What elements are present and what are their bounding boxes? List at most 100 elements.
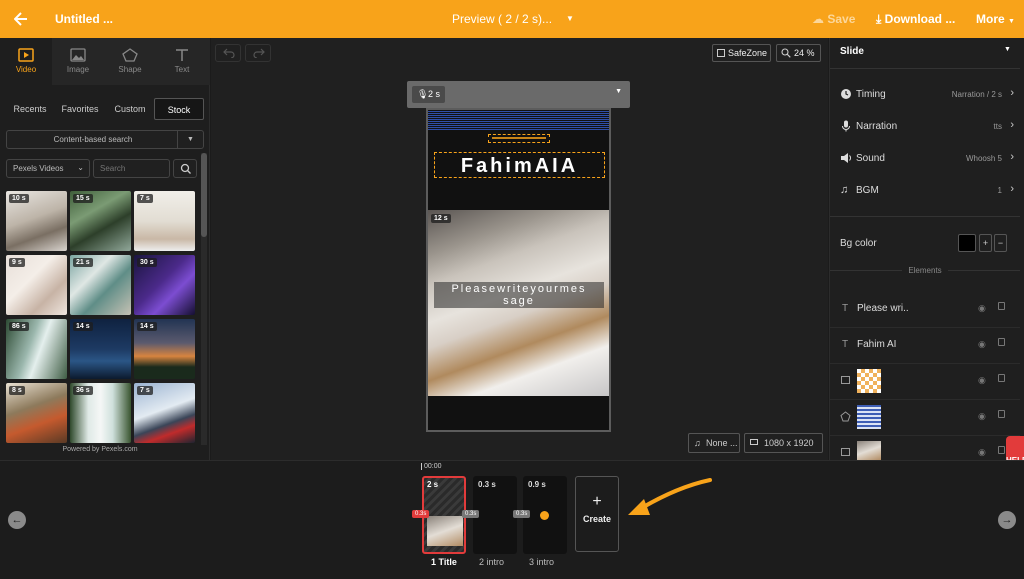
remove-color-button[interactable]: − — [994, 234, 1007, 252]
hidden-text-strip — [492, 137, 546, 139]
divider — [830, 216, 1020, 217]
media-panel: Video Image Shape Text Recents Favorites… — [0, 38, 210, 460]
eye-icon[interactable]: ◉ — [978, 375, 986, 386]
powered-by-link[interactable]: Powered by Pexels.com — [0, 446, 200, 453]
image-icon — [841, 376, 850, 384]
video-thumb[interactable]: 14 s — [70, 319, 131, 379]
tab-image[interactable]: Image — [52, 38, 104, 85]
eye-icon[interactable]: ◉ — [978, 447, 986, 458]
chevron-right-icon: › — [1010, 151, 1014, 163]
tab-custom[interactable]: Custom — [106, 98, 154, 120]
bg-color-swatch[interactable] — [958, 234, 976, 252]
text-type-icon: T — [842, 303, 849, 314]
source-select[interactable]: Pexels Videos ⌄ — [6, 159, 90, 178]
chevron-down-icon[interactable]: ▼ — [1004, 46, 1011, 53]
more-menu[interactable]: More ▼ — [976, 0, 1015, 38]
lock-icon[interactable] — [998, 410, 1005, 418]
project-title[interactable]: Untitled ... — [55, 0, 113, 38]
scroll-right-button[interactable]: → — [998, 511, 1016, 529]
slide-label-3: 3 intro — [529, 557, 555, 567]
tab-recents[interactable]: Recents — [6, 98, 54, 120]
lock-icon[interactable] — [998, 374, 1005, 382]
eye-icon[interactable]: ◉ — [978, 411, 986, 422]
lock-icon[interactable] — [998, 446, 1005, 454]
search-mode-select[interactable]: Content-based search ▼ — [6, 130, 204, 149]
video-thumb[interactable]: 8 s — [6, 383, 67, 443]
music-button[interactable]: ♫ None ... — [688, 433, 740, 453]
video-thumb[interactable]: 30 s — [134, 255, 195, 315]
shape-icon — [122, 48, 138, 62]
video-element[interactable]: 12 s Pleasewriteyourmes sage — [428, 210, 609, 396]
video-thumb[interactable]: 9 s — [6, 255, 67, 315]
element-row[interactable]: ◉ — [830, 400, 1020, 436]
tab-stock[interactable]: Stock — [154, 98, 204, 120]
heading-text[interactable]: FahimAIA — [434, 152, 605, 178]
element-row[interactable]: ◉ — [830, 436, 1020, 460]
search-button[interactable] — [173, 159, 197, 178]
slide-thumb-2[interactable]: 0.3 s — [473, 476, 517, 554]
chevron-down-icon[interactable]: ▼ — [615, 88, 622, 95]
element-row[interactable]: T Fahim AI ◉ — [830, 328, 1020, 364]
narration-value: tts — [993, 122, 1002, 131]
slide-duration: 0.9 s — [528, 480, 546, 489]
zoom-button[interactable]: 24 % — [776, 44, 821, 62]
caption-line-2: sage — [503, 295, 535, 307]
cloud-icon: ☁ — [812, 12, 824, 26]
safezone-button[interactable]: SafeZone — [712, 44, 771, 62]
tab-favorites[interactable]: Favorites — [56, 98, 104, 120]
video-thumb[interactable]: 15 s — [70, 191, 131, 251]
lock-icon[interactable] — [998, 338, 1005, 346]
narration-chip[interactable]: 🎙 2 s — [412, 86, 445, 103]
tab-text[interactable]: Text — [156, 38, 208, 85]
transition-pill[interactable]: 0.3s — [412, 510, 430, 518]
video-thumb[interactable]: 21 s — [70, 255, 131, 315]
sound-row[interactable]: Sound Whoosh 5 › — [830, 144, 1020, 176]
video-thumb[interactable]: 7 s — [134, 383, 195, 443]
duration-badge: 10 s — [9, 194, 29, 203]
tab-shape[interactable]: Shape — [104, 38, 156, 85]
bgm-row[interactable]: ♫ BGM 1 › — [830, 176, 1020, 208]
lock-icon[interactable] — [998, 302, 1005, 310]
video-thumb[interactable]: 86 s — [6, 319, 67, 379]
caption-text[interactable]: Pleasewriteyourmes sage — [434, 282, 604, 308]
sound-label: Sound — [856, 153, 885, 164]
timing-label: Timing — [856, 89, 886, 100]
redo-button[interactable] — [245, 44, 271, 62]
video-thumb[interactable]: 14 s — [134, 319, 195, 379]
properties-panel: Slide ▼ Timing Narration / 2 s › Narrati… — [829, 38, 1024, 486]
timing-row[interactable]: Timing Narration / 2 s › — [830, 80, 1020, 112]
bg-color-label: Bg color — [840, 238, 877, 249]
tab-video[interactable]: Video — [0, 38, 52, 85]
transition-pill[interactable]: 0.3s — [462, 510, 480, 518]
undo-button[interactable] — [215, 44, 241, 62]
arrow-left-icon[interactable] — [13, 0, 30, 38]
scroll-left-button[interactable]: ← — [8, 511, 26, 529]
eye-icon[interactable]: ◉ — [978, 339, 986, 350]
chevron-right-icon: › — [1010, 119, 1014, 131]
transition-pill[interactable]: 0.3s — [513, 510, 531, 518]
element-row[interactable]: T Please wri.. ◉ — [830, 292, 1020, 328]
save-button[interactable]: ☁ Save — [812, 0, 855, 38]
eye-icon[interactable]: ◉ — [978, 303, 986, 314]
download-button[interactable]: ⤓ Download ... — [876, 0, 955, 38]
slide-canvas[interactable]: FahimAIA 12 s Pleasewriteyourmes sage — [426, 108, 611, 432]
add-color-button[interactable]: + — [979, 234, 992, 252]
create-slide-button[interactable]: + Create — [575, 476, 619, 552]
preview-dropdown[interactable]: Preview ( 2 / 2 s)... — [452, 0, 552, 38]
narration-row[interactable]: Narration tts › — [830, 112, 1020, 144]
duration-badge: 86 s — [9, 322, 29, 331]
video-thumb[interactable]: 7 s — [134, 191, 195, 251]
text-box-dashed[interactable] — [488, 134, 550, 143]
resolution-button[interactable]: 1080 x 1920 ... — [744, 433, 823, 466]
scrollbar-thumb[interactable] — [201, 153, 207, 237]
video-thumb[interactable]: 10 s — [6, 191, 67, 251]
video-thumb[interactable]: 36 s — [70, 383, 131, 443]
sound-value: Whoosh 5 — [965, 154, 1002, 163]
element-row[interactable]: ◉ — [830, 364, 1020, 400]
wave-shape[interactable] — [428, 110, 609, 130]
tab-image-label: Image — [66, 65, 90, 74]
narration-bar[interactable]: 🎙 2 s ▼ — [407, 81, 630, 108]
chevron-down-icon[interactable]: ▼ — [566, 0, 574, 38]
media-scrollbar[interactable] — [201, 153, 207, 445]
search-input[interactable] — [93, 159, 170, 178]
